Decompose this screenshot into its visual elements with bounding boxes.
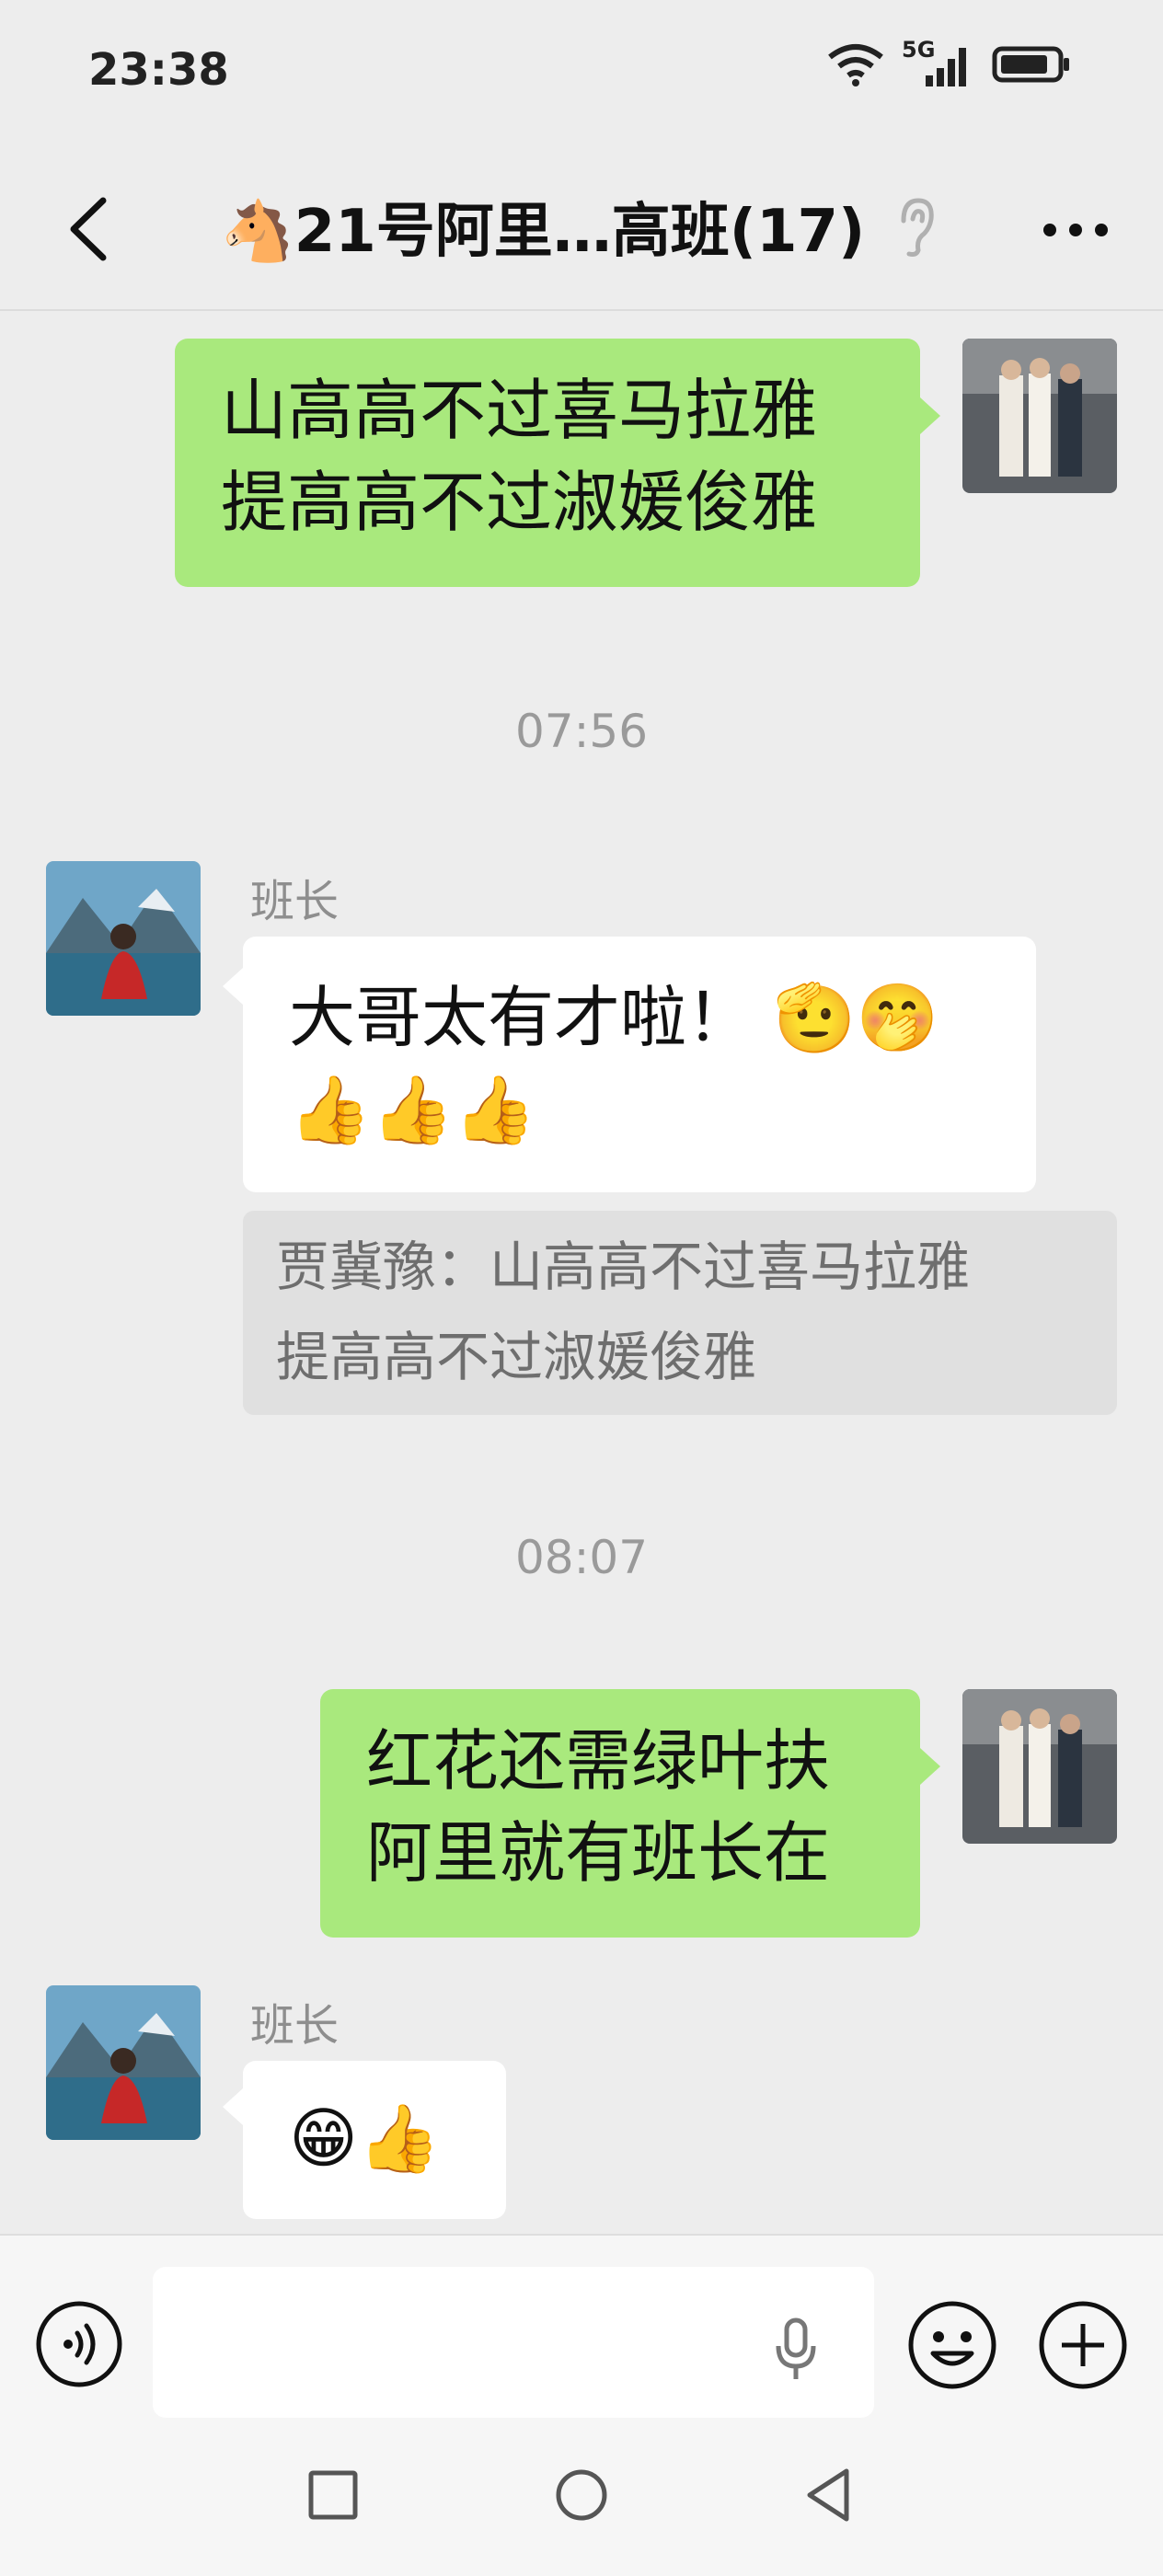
timestamp: 08:07: [514, 1531, 649, 1584]
my-avatar[interactable]: [962, 1689, 1117, 1844]
ear-icon: [901, 198, 934, 257]
bubble-tail: [223, 968, 243, 1005]
message-bubble-received-2[interactable]: 😁👍: [243, 2061, 506, 2219]
status-bar: 23:38 5G: [0, 0, 1163, 147]
signal-icon: 5G: [902, 37, 975, 86]
avatar-photo-icon: [962, 1689, 1117, 1844]
message-bubble-sent-1[interactable]: 山高高不过喜马拉雅 提高高不过淑媛俊雅: [175, 339, 920, 587]
voice-icon: [36, 2301, 122, 2387]
message-emoji: 👍👍👍: [289, 1071, 536, 1148]
back-nav-button[interactable]: [802, 2466, 854, 2528]
bubble-tail: [920, 397, 940, 434]
emoji-button[interactable]: [907, 2300, 997, 2394]
circle-icon: [556, 2469, 607, 2521]
avatar-photo-icon: [46, 1985, 201, 2140]
microphone-icon: [776, 2317, 816, 2379]
emoji-icon: [908, 2301, 996, 2389]
triangle-back-icon: [807, 2468, 849, 2522]
sender-avatar[interactable]: [46, 861, 201, 1016]
bubble-tail: [920, 1748, 940, 1785]
message-input[interactable]: [153, 2267, 874, 2418]
status-time: 23:38: [88, 44, 229, 96]
quoted-message[interactable]: 贾冀豫：山高高不过喜马拉雅 提高高不过淑媛俊雅: [243, 1211, 1117, 1415]
plus-icon: [1039, 2301, 1127, 2389]
chevron-left-icon: [70, 197, 107, 261]
message-bubble-sent-2[interactable]: 红花还需绿叶扶 阿里就有班长在: [320, 1689, 920, 1938]
timestamp: 07:56: [514, 705, 649, 758]
home-button[interactable]: [554, 2467, 609, 2526]
sender-avatar[interactable]: [46, 1985, 201, 2140]
my-avatar[interactable]: [962, 339, 1117, 493]
recent-apps-button[interactable]: [307, 2469, 359, 2524]
status-icons: 5G: [826, 37, 1071, 86]
sender-name: 班长: [250, 876, 340, 927]
system-nav-bar: [0, 2418, 1163, 2576]
bubble-tail: [223, 2088, 243, 2125]
message-text: 阿里就有班长在: [366, 1814, 831, 1892]
message-text: 大哥太有才啦！ 🫡🤭: [289, 979, 939, 1056]
message-text: 提高高不过淑媛俊雅: [221, 464, 818, 541]
chat-header: 🐴21号阿里…高班(17): [0, 147, 1163, 311]
message-emoji: 😁👍: [289, 2099, 441, 2177]
battery-icon: [992, 46, 1069, 83]
sender-name: 班长: [250, 2000, 340, 2052]
square-icon: [308, 2470, 358, 2520]
mute-indicator: [892, 195, 938, 263]
avatar-photo-icon: [962, 339, 1117, 493]
plus-button[interactable]: [1038, 2300, 1128, 2394]
avatar-photo-icon: [46, 861, 201, 1016]
message-text: 红花还需绿叶扶: [366, 1722, 831, 1800]
wifi-icon: [828, 44, 883, 86]
back-button[interactable]: [55, 188, 129, 270]
message-text: 山高高不过喜马拉雅: [221, 372, 818, 449]
network-type: 5G: [902, 37, 936, 63]
more-button[interactable]: [1034, 202, 1117, 258]
quote-text: 提高高不过淑媛俊雅: [276, 1326, 757, 1388]
input-bar: [0, 2234, 1163, 2420]
more-icon: [1043, 224, 1108, 236]
mic-button[interactable]: [773, 2317, 819, 2386]
quote-text: 贾冀豫：山高高不过喜马拉雅: [276, 1236, 971, 1298]
voice-button[interactable]: [35, 2300, 123, 2392]
message-bubble-received-1[interactable]: 大哥太有才啦！ 🫡🤭 👍👍👍: [243, 937, 1036, 1192]
chat-title[interactable]: 🐴21号阿里…高班(17): [221, 184, 865, 269]
